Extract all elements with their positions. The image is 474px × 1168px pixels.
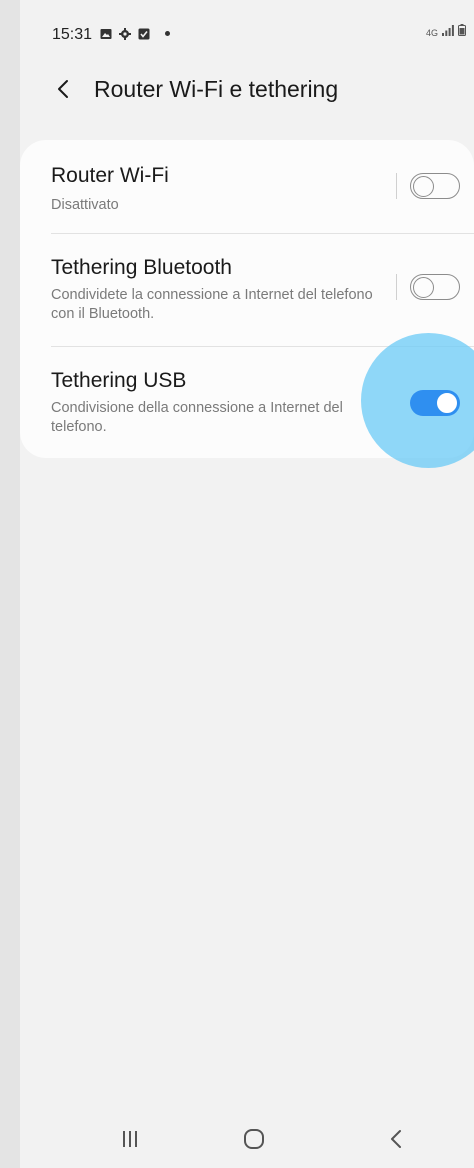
setting-row-tethering-bluetooth[interactable]: Tethering Bluetooth Condividete la conne… <box>20 234 474 346</box>
dot-icon <box>165 30 170 36</box>
router-wifi-toggle[interactable] <box>410 173 460 199</box>
home-icon <box>244 1129 264 1149</box>
tethering-usb-toggle[interactable] <box>410 390 460 416</box>
status-time: 15:31 <box>52 26 93 43</box>
gallery-icon <box>100 27 112 39</box>
recent-apps-button[interactable] <box>100 1110 160 1168</box>
battery-icon <box>458 24 466 38</box>
setting-title: Router Wi-Fi <box>51 164 169 187</box>
toggle-knob <box>435 391 459 415</box>
back-icon <box>391 1130 401 1148</box>
phone-screen: 15:31 4G Router Wi-Fi e tethering Router… <box>20 0 474 1168</box>
nav-back-button[interactable] <box>366 1110 426 1168</box>
row-separator <box>396 274 397 300</box>
lte-icon: 4G <box>425 28 438 38</box>
row-separator <box>396 173 397 199</box>
checklist-icon <box>138 27 150 40</box>
toggle-knob <box>413 176 434 197</box>
notification-icons <box>100 27 170 40</box>
setting-title: Tethering Bluetooth <box>51 256 232 279</box>
chevron-left-icon <box>58 80 68 98</box>
setting-title: Tethering USB <box>51 369 187 392</box>
home-button[interactable] <box>224 1110 284 1168</box>
setting-subtitle: Disattivato <box>51 197 119 213</box>
app-bar: Router Wi-Fi e tethering <box>20 70 474 110</box>
setting-subtitle: Condividete la connessione a Internet de… <box>51 287 373 322</box>
status-bar: 15:31 4G <box>20 0 474 70</box>
toggle-knob <box>413 277 434 298</box>
navigation-bar <box>20 1110 474 1168</box>
signal-icon <box>442 25 454 38</box>
page-title: Router Wi-Fi e tethering <box>94 76 339 102</box>
setting-subtitle: Condivisione della connessione a Interne… <box>51 400 343 435</box>
setting-row-router-wifi[interactable]: Router Wi-Fi Disattivato <box>20 140 474 233</box>
gear-icon <box>119 27 131 40</box>
system-status-icons: 4G <box>426 24 466 38</box>
back-button[interactable] <box>48 74 78 104</box>
tethering-bluetooth-toggle[interactable] <box>410 274 460 300</box>
recent-apps-icon <box>123 1131 137 1147</box>
